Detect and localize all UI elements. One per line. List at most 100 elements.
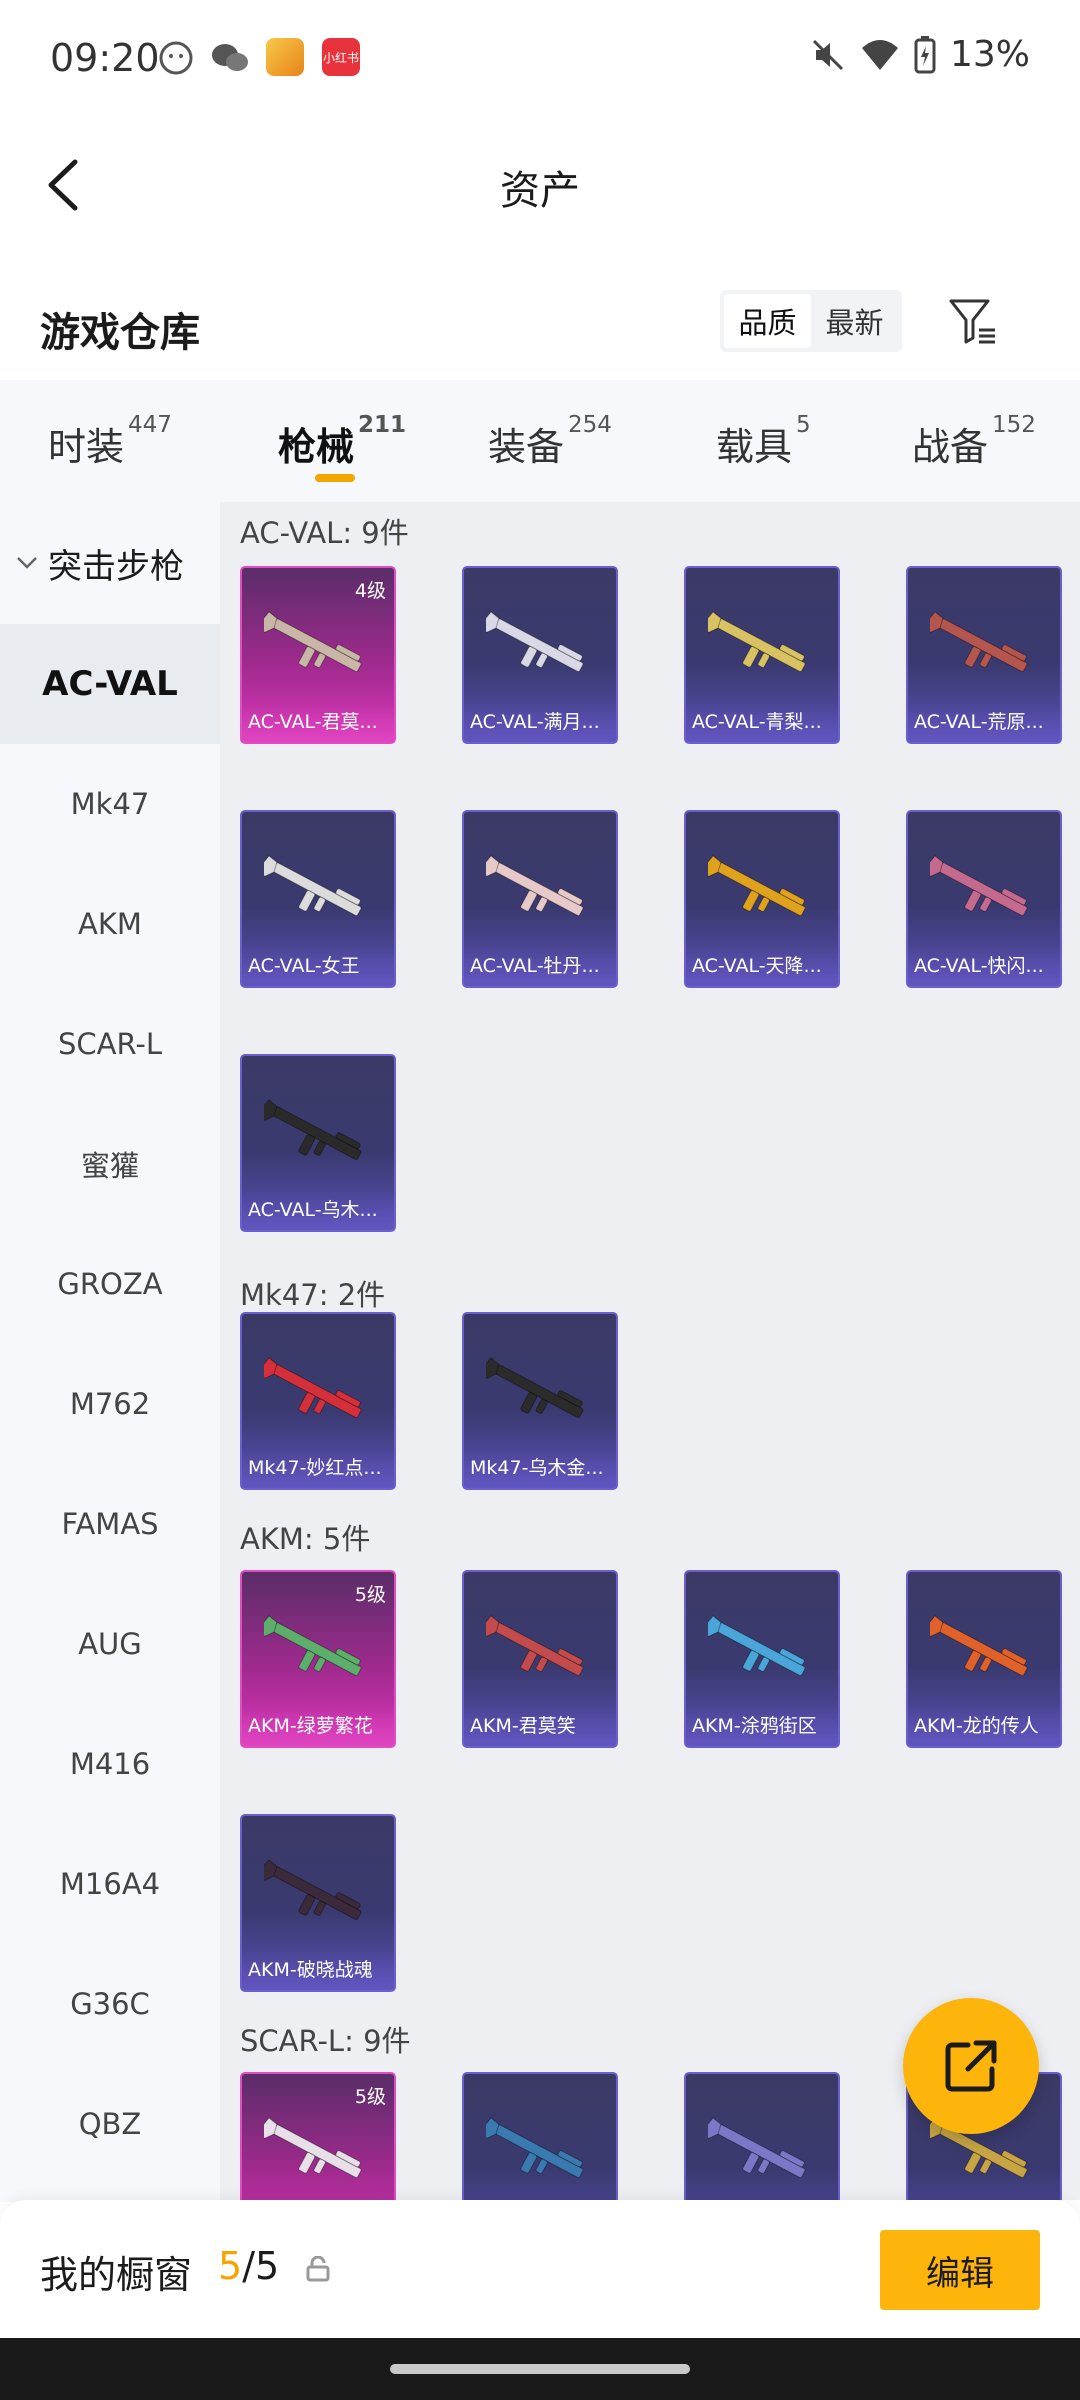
chevron-down-icon xyxy=(17,557,37,569)
tab-equipment[interactable]: 装备 254 xyxy=(488,412,612,471)
tab-firearms[interactable]: 枪械 211 xyxy=(278,412,406,471)
weapon-card[interactable] xyxy=(462,2072,618,2200)
sidebar-item[interactable]: SCAR-L xyxy=(0,984,220,1104)
sidebar-item[interactable]: Mk47 xyxy=(0,744,220,864)
weapon-card[interactable]: AC-VAL-女王 xyxy=(240,810,396,988)
sort-newest-button[interactable]: 最新 xyxy=(811,294,898,348)
weapon-image xyxy=(486,1615,584,1676)
weapon-card[interactable]: AC-VAL-荒原... xyxy=(906,566,1062,744)
weapon-name: AC-VAL-青梨... xyxy=(686,702,838,742)
game-app-icon xyxy=(266,38,304,76)
group-title: AKM: 5件 xyxy=(240,1522,371,1556)
sort-toggle: 品质 最新 xyxy=(720,290,902,352)
sidebar-item[interactable]: G36C xyxy=(0,1944,220,2064)
sidebar-item[interactable]: 蜜獾 xyxy=(0,1104,220,1224)
sort-quality-button[interactable]: 品质 xyxy=(724,294,811,348)
sidebar-item[interactable]: M762 xyxy=(0,1344,220,1464)
sidebar-item[interactable]: AC-VAL xyxy=(0,624,220,744)
weapon-image xyxy=(264,611,362,672)
sidebar-item[interactable]: AUG xyxy=(0,1584,220,1704)
weapon-card[interactable]: AC-VAL-牡丹... xyxy=(462,810,618,988)
sidebar-item[interactable]: AKM xyxy=(0,864,220,984)
filter-button[interactable] xyxy=(942,290,1004,352)
tab-vehicles[interactable]: 载具 5 xyxy=(716,412,811,471)
sidebar-list: AC-VAL Mk47 AKM SCAR-L 蜜獾 GROZA M762 FAMAS AUG M4… xyxy=(0,624,220,2184)
weapon-card[interactable]: AKM-涂鸦街区 xyxy=(684,1570,840,1748)
weapon-image xyxy=(264,1615,362,1676)
mute-icon xyxy=(812,39,844,70)
page-title: 资产 xyxy=(500,168,580,214)
weapon-name: AKM-涂鸦街区 xyxy=(686,1706,838,1746)
sidebar-item[interactable]: FAMAS xyxy=(0,1464,220,1584)
weapon-card[interactable]: AC-VAL-天降... xyxy=(684,810,840,988)
tab-label: 时装 xyxy=(48,425,125,469)
battery-percent: 13% xyxy=(949,34,1030,75)
sidebar-item[interactable]: GROZA xyxy=(0,1224,220,1344)
weapon-card[interactable] xyxy=(684,2072,840,2200)
sidebar-item[interactable]: M16A4 xyxy=(0,1824,220,1944)
weapon-image xyxy=(486,855,584,916)
weapon-card[interactable]: 5级 xyxy=(240,2072,396,2200)
weapon-image xyxy=(486,611,584,672)
group-title: SCAR-L: 9件 xyxy=(240,2024,411,2058)
edit-button[interactable]: 编辑 xyxy=(880,2230,1040,2310)
showcase-count: 5/5 xyxy=(218,2244,279,2288)
weapon-image xyxy=(708,1615,806,1676)
tab-fashion[interactable]: 时装 447 xyxy=(48,412,172,471)
weapon-image xyxy=(708,855,806,916)
showcase-current: 5 xyxy=(218,2244,243,2288)
tab-label: 载具 xyxy=(716,425,793,469)
weapon-card[interactable]: 5级 AKM-绿萝繁花 xyxy=(240,1570,396,1748)
share-icon xyxy=(945,2040,997,2092)
sidebar-item[interactable]: QBZ xyxy=(0,2064,220,2184)
status-right: 13% xyxy=(810,34,1030,75)
weapon-name: Mk47-妙红点... xyxy=(242,1448,394,1488)
weapon-image xyxy=(930,611,1028,672)
weapon-card[interactable]: AC-VAL-青梨... xyxy=(684,566,840,744)
level-badge: 5级 xyxy=(354,1584,386,1606)
weapon-card[interactable]: AKM-龙的传人 xyxy=(906,1570,1062,1748)
tab-supplies[interactable]: 战备 152 xyxy=(912,412,1036,471)
level-badge: 4级 xyxy=(354,580,386,602)
showcase-total: /5 xyxy=(242,2244,280,2288)
weapon-card[interactable]: AKM-君莫笑 xyxy=(462,1570,618,1748)
group-title: AC-VAL: 9件 xyxy=(240,516,409,550)
weapon-image xyxy=(264,1859,362,1920)
weapon-image xyxy=(708,2117,806,2178)
category-header[interactable]: 突击步枪 xyxy=(0,502,220,624)
weapon-name: AC-VAL-牡丹... xyxy=(464,946,616,986)
weapon-image xyxy=(708,611,806,672)
tab-count: 254 xyxy=(568,412,612,438)
status-bar: 09:20 小红书 13% xyxy=(0,0,1080,118)
weapon-card[interactable]: Mk47-妙红点... xyxy=(240,1312,396,1490)
weapon-image xyxy=(264,2117,362,2178)
weapon-sidebar: 突击步枪 AC-VAL Mk47 AKM SCAR-L 蜜獾 GROZA M762 FAMAS… xyxy=(0,502,220,2202)
lock-icon xyxy=(306,2256,330,2282)
category-label: 突击步枪 xyxy=(48,546,184,587)
status-time: 09:20 xyxy=(50,36,160,80)
tab-label: 战备 xyxy=(912,425,989,469)
tab-count: 447 xyxy=(128,412,172,438)
weapon-image xyxy=(486,2117,584,2178)
weapon-card[interactable]: AC-VAL-乌木... xyxy=(240,1054,396,1232)
tab-label: 装备 xyxy=(488,425,565,469)
share-button[interactable] xyxy=(903,1998,1039,2134)
tab-label: 枪械 xyxy=(278,425,355,469)
home-gesture-pill[interactable] xyxy=(390,2364,690,2374)
filter-icon xyxy=(949,299,995,344)
weapon-card[interactable]: AKM-破晓战魂 xyxy=(240,1814,396,1992)
weapon-image xyxy=(264,1099,362,1160)
active-tab-indicator xyxy=(315,474,355,482)
weapon-card[interactable]: AC-VAL-满月... xyxy=(462,566,618,744)
weapon-card[interactable]: Mk47-乌木金... xyxy=(462,1312,618,1490)
weapon-name: AC-VAL-女王 xyxy=(242,946,394,986)
sidebar-item[interactable]: M416 xyxy=(0,1704,220,1824)
weapon-card[interactable]: AC-VAL-快闪... xyxy=(906,810,1062,988)
weapon-card[interactable]: 4级 AC-VAL-君莫... xyxy=(240,566,396,744)
weapon-name: AC-VAL-君莫... xyxy=(242,702,394,742)
app-notification-icon xyxy=(159,41,193,75)
weapon-name: AC-VAL-快闪... xyxy=(908,946,1060,986)
level-badge: 5级 xyxy=(354,2086,386,2108)
weapon-image xyxy=(264,855,362,916)
group-title: Mk47: 2件 xyxy=(240,1278,386,1312)
